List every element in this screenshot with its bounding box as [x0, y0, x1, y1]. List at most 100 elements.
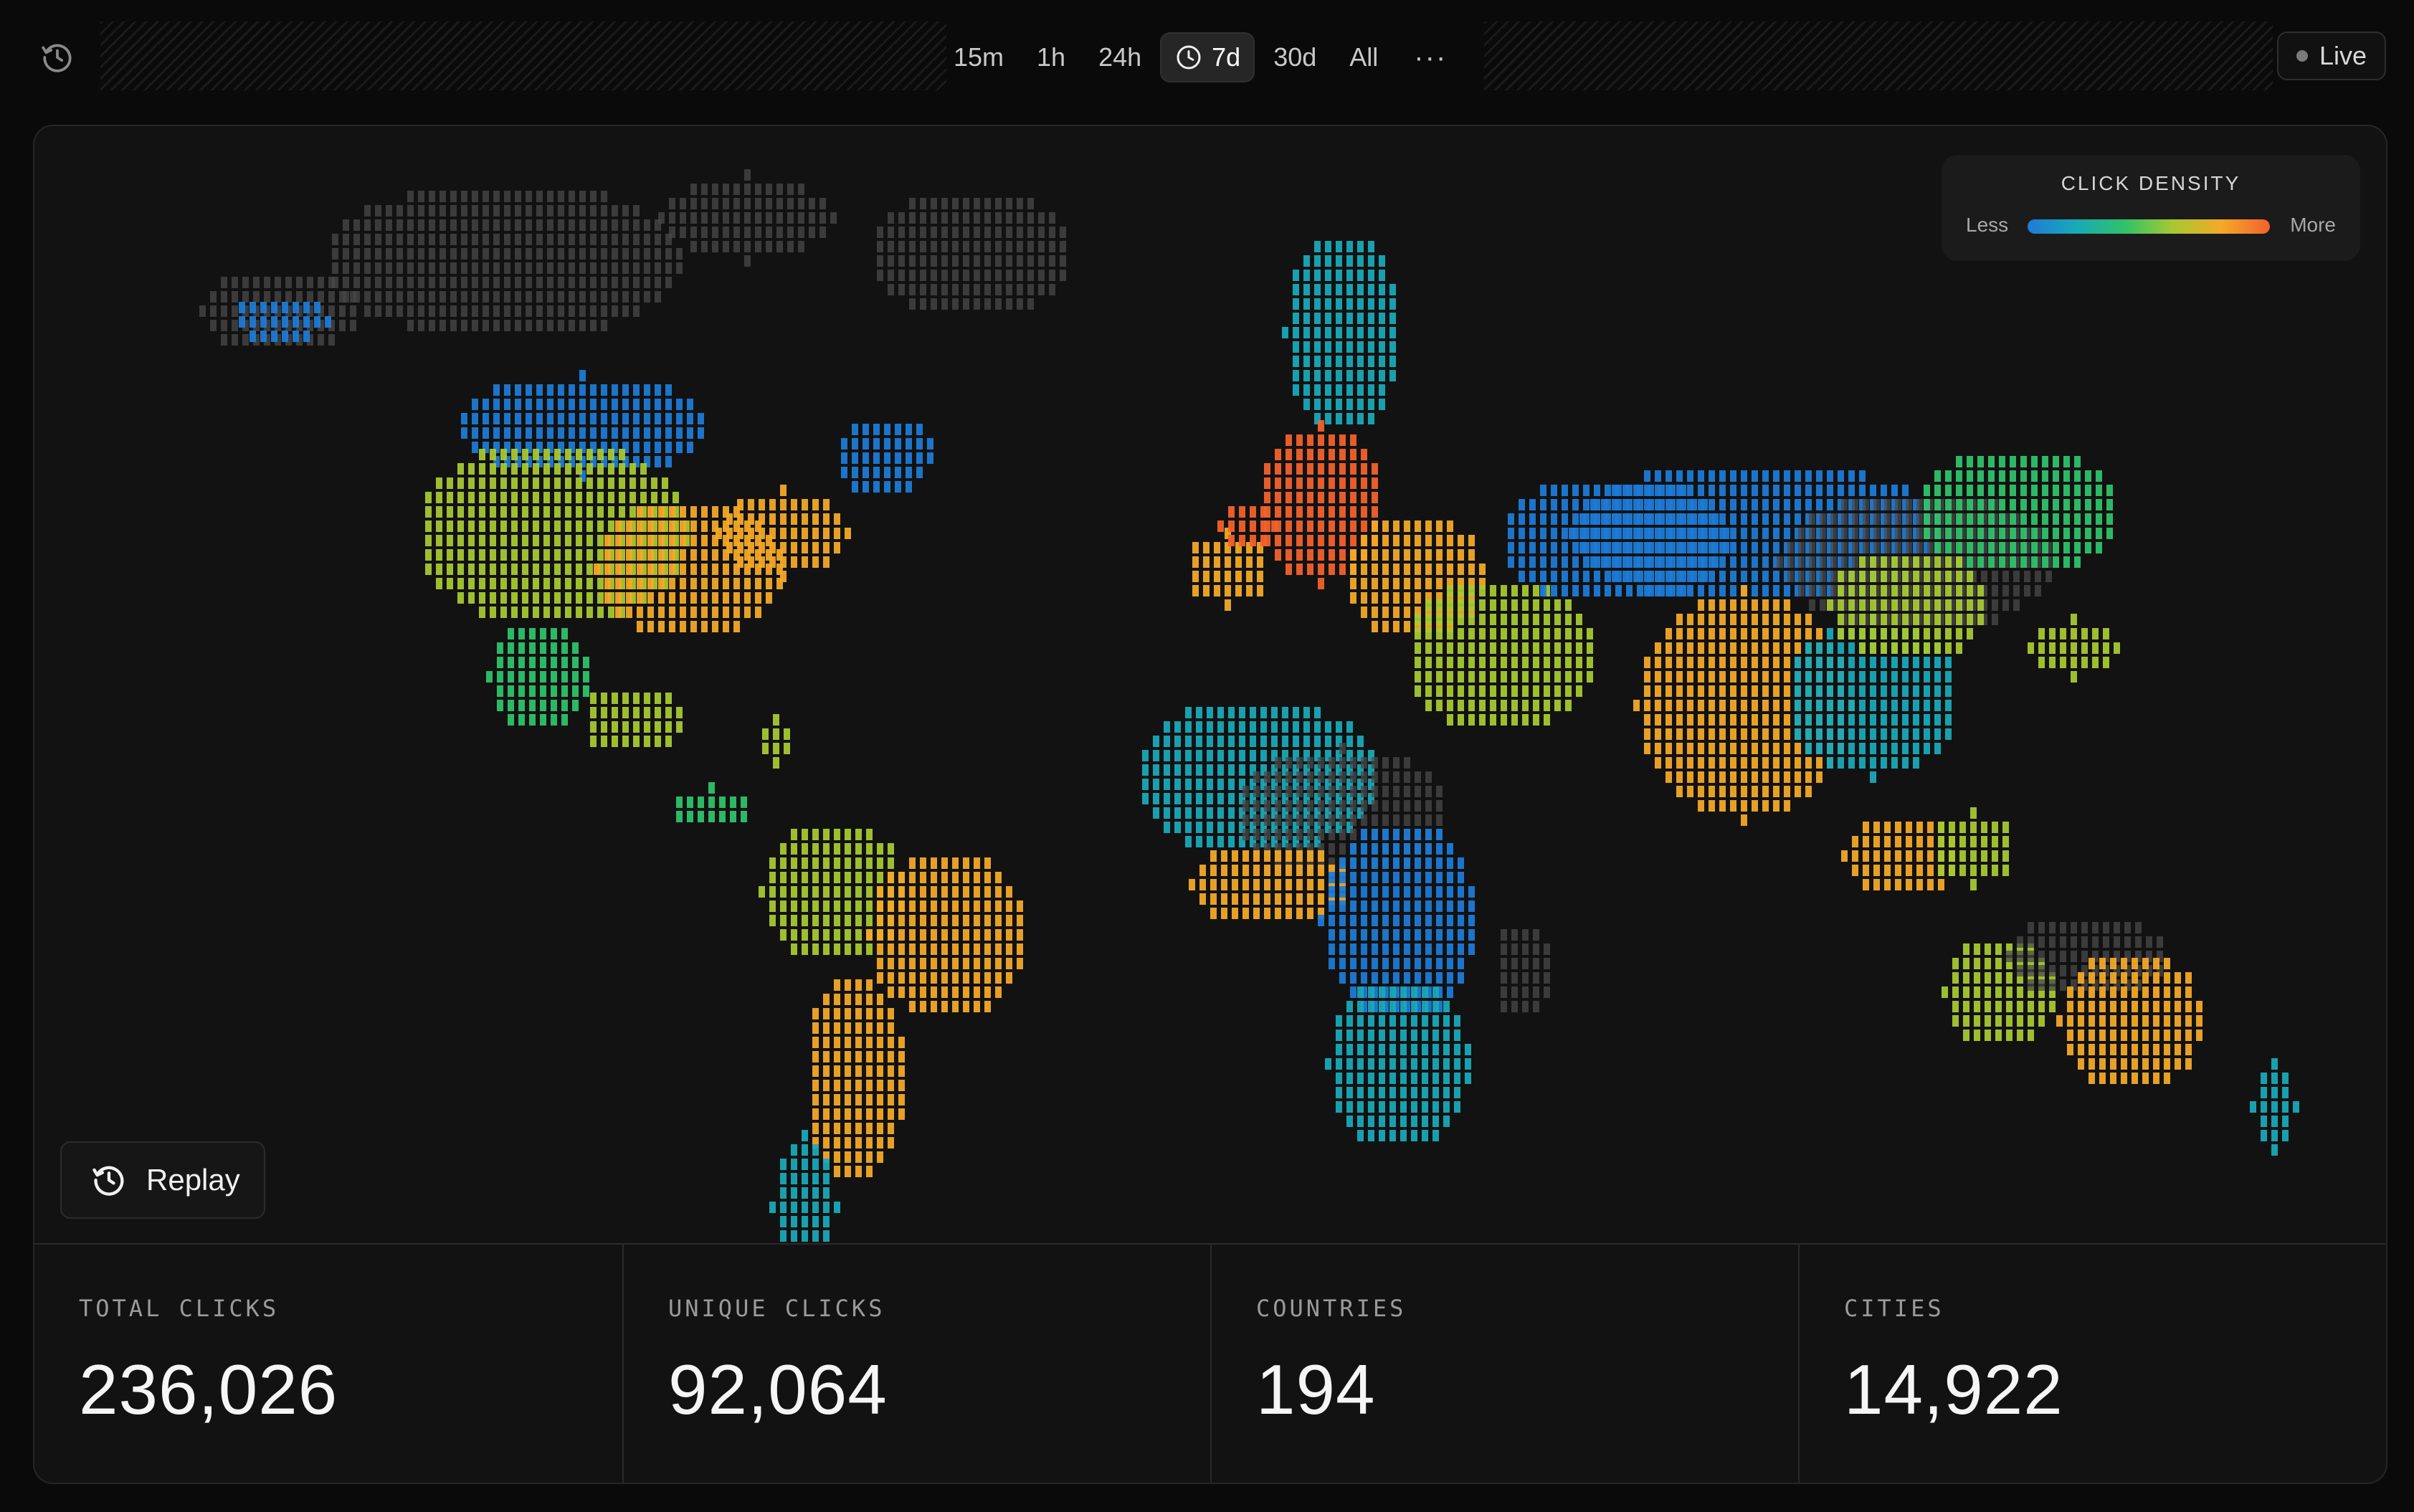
map-dot: [1307, 814, 1313, 826]
map-dot: [318, 334, 324, 346]
map-dot: [984, 270, 991, 281]
map-dot: [701, 520, 708, 532]
map-dot: [2099, 1073, 2106, 1084]
map-dot: [1665, 657, 1672, 668]
map-dot: [418, 320, 424, 331]
range-15m[interactable]: 15m: [939, 32, 1018, 82]
map-dot: [2063, 556, 2070, 568]
map-dot: [1296, 549, 1303, 561]
live-button[interactable]: Live: [2277, 32, 2386, 80]
map-dot: [1372, 886, 1378, 898]
map-dot: [823, 929, 830, 941]
map-dot: [586, 463, 593, 475]
map-dot: [1217, 764, 1224, 776]
map-dot: [1368, 1130, 1374, 1141]
map-dot: [1784, 685, 1790, 697]
map-dot: [1762, 614, 1769, 625]
map-dot: [812, 900, 819, 912]
map-dot: [1185, 779, 1192, 790]
map-dot: [483, 219, 489, 231]
range-7d[interactable]: 7d: [1160, 32, 1255, 82]
map-dot: [1307, 449, 1313, 460]
map-dot: [1303, 313, 1310, 324]
map-dot: [920, 241, 926, 252]
map-dot: [597, 506, 604, 518]
more-options-button[interactable]: ···: [1397, 32, 1464, 82]
map-dot: [536, 191, 543, 202]
map-dot: [769, 857, 776, 869]
map-dot: [690, 564, 697, 575]
map-dot: [1379, 1030, 1385, 1041]
map-dot: [776, 212, 783, 224]
map-dot: [450, 234, 457, 245]
map-dot: [995, 284, 1002, 295]
map-dot: [1687, 743, 1693, 754]
map-dot: [504, 205, 510, 217]
map-dot: [551, 628, 557, 639]
map-dot: [2031, 485, 2038, 496]
map-dot: [726, 542, 733, 553]
map-dot: [1260, 707, 1267, 718]
map-dot: [590, 427, 597, 439]
map-dot: [536, 427, 543, 439]
map-dot: [963, 900, 969, 912]
map-dot: [1490, 585, 1496, 596]
map-dot: [766, 241, 772, 252]
map-dot: [834, 915, 840, 926]
map-dot: [1425, 599, 1432, 611]
map-dot: [447, 520, 453, 532]
map-dot: [590, 234, 597, 245]
map-dot: [2049, 951, 2056, 962]
range-30d[interactable]: 30d: [1259, 32, 1331, 82]
map-dot: [1425, 900, 1432, 912]
map-dot: [1859, 671, 1866, 683]
map-dot: [1361, 549, 1367, 561]
map-dot: [658, 549, 665, 561]
map-dot: [1400, 986, 1407, 998]
map-dot: [2110, 1015, 2116, 1027]
map-dot: [1432, 1130, 1439, 1141]
map-dot: [1210, 865, 1217, 876]
map-dot: [802, 843, 808, 855]
replay-button[interactable]: Replay: [60, 1141, 265, 1219]
map-dot: [1293, 313, 1299, 324]
map-dot: [1346, 341, 1353, 353]
map-dot: [676, 442, 683, 453]
map-dot: [1425, 800, 1432, 812]
map-dot: [773, 728, 779, 740]
history-button[interactable]: [34, 34, 80, 80]
map-dot: [698, 413, 704, 424]
map-dot: [669, 520, 675, 532]
map-dot: [493, 413, 500, 424]
map-dot: [1676, 571, 1683, 582]
map-dot: [375, 305, 381, 317]
map-dot: [1985, 1015, 1991, 1027]
map-dot: [1185, 836, 1192, 847]
map-dot: [1544, 657, 1550, 668]
map-dot: [2074, 513, 2081, 525]
map-dot: [2099, 958, 2106, 969]
map-dot: [1379, 356, 1385, 367]
map-dot: [1425, 886, 1432, 898]
map-dot: [1501, 671, 1507, 683]
map-dot: [1264, 893, 1270, 905]
map-dot: [1870, 642, 1876, 654]
map-dot: [1329, 449, 1335, 460]
map-dot: [866, 1065, 873, 1077]
map-dot: [1458, 614, 1464, 625]
range-all[interactable]: All: [1335, 32, 1392, 82]
map-dot: [1967, 571, 1973, 582]
map-dot: [1902, 642, 1909, 654]
map-dot: [576, 607, 582, 618]
range-24h[interactable]: 24h: [1084, 32, 1156, 82]
map-dot: [1225, 599, 1231, 611]
map-dot: [1687, 542, 1693, 553]
map-dot: [791, 1230, 797, 1242]
map-dot: [569, 219, 575, 231]
map-dot: [1762, 599, 1769, 611]
map-dot: [490, 463, 496, 475]
range-1h[interactable]: 1h: [1022, 32, 1080, 82]
map-dot: [898, 1065, 905, 1077]
map-dot: [1945, 728, 1952, 740]
map-dot: [845, 1108, 851, 1120]
